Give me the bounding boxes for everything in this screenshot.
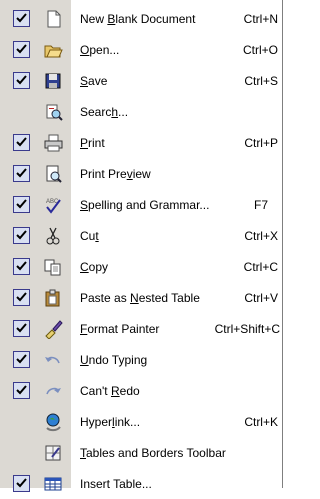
checked-checkbox[interactable]: [13, 382, 30, 399]
menu-item[interactable]: Save Ctrl+S: [0, 65, 282, 96]
menu-item-label: Spelling and Grammar...: [80, 198, 210, 212]
menu-item-label: Can't Redo: [80, 384, 140, 398]
menu-item[interactable]: Open... Ctrl+O: [0, 34, 282, 65]
menu-item-label: Format Painter: [80, 322, 160, 336]
checked-checkbox[interactable]: [13, 196, 30, 213]
menu-item-label: Search...: [80, 105, 129, 119]
toolbar-customize-menu: New Blank Document Ctrl+N Open... Ctrl+O Sav…: [0, 0, 283, 492]
open-folder-icon: [43, 40, 63, 60]
menu-item[interactable]: Format Painter Ctrl+Shift+C: [0, 313, 282, 344]
menu-item-shortcut: Ctrl+X: [244, 229, 278, 243]
menu-item-shortcut: Ctrl+K: [244, 415, 278, 429]
menu-item[interactable]: Hyperlink... Ctrl+K: [0, 406, 282, 437]
copy-icon: [43, 257, 63, 277]
checked-checkbox[interactable]: [13, 72, 30, 89]
menu-item-label: New Blank Document: [80, 12, 196, 26]
undo-arrow-icon: [43, 350, 63, 370]
menu-item-label: Paste as Nested Table: [80, 291, 200, 305]
menu-item-label: Save: [80, 74, 108, 88]
spelling-grammar-icon: ABC: [43, 195, 63, 215]
menu-item-shortcut: Ctrl+P: [244, 136, 278, 150]
checked-checkbox[interactable]: [13, 475, 30, 492]
redo-arrow-icon: [43, 381, 63, 401]
hyperlink-globe-icon: [43, 412, 63, 432]
checked-checkbox[interactable]: [13, 41, 30, 58]
new-blank-document-icon: [43, 9, 63, 29]
menu-item[interactable]: Paste as Nested Table Ctrl+V: [0, 282, 282, 313]
save-disk-icon: [43, 71, 63, 91]
menu-item[interactable]: ABC Spelling and Grammar... F7: [0, 189, 282, 220]
scissors-icon: [43, 226, 63, 246]
menu-item[interactable]: Print Preview: [0, 158, 282, 189]
insert-table-icon: [43, 474, 63, 494]
checked-checkbox[interactable]: [13, 227, 30, 244]
menu-item-label: Print Preview: [80, 167, 151, 181]
menu-item-label: Hyperlink...: [80, 415, 141, 429]
menu-item-shortcut: Ctrl+N: [243, 12, 278, 26]
menu-item-label: Open...: [80, 43, 120, 57]
print-preview-icon: [43, 164, 63, 184]
checked-checkbox[interactable]: [13, 10, 30, 27]
checked-checkbox[interactable]: [13, 320, 30, 337]
clipboard-icon: [43, 288, 63, 308]
menu-item[interactable]: Print Ctrl+P: [0, 127, 282, 158]
menu-item[interactable]: Tables and Borders Toolbar: [0, 437, 282, 468]
checked-checkbox[interactable]: [13, 165, 30, 182]
menu-item-shortcut: Ctrl+V: [244, 291, 278, 305]
menu-item[interactable]: Can't Redo: [0, 375, 282, 406]
menu-item[interactable]: Search...: [0, 96, 282, 127]
menu-item-label: Insert Table...: [80, 477, 152, 491]
search-document-icon: [43, 102, 63, 122]
menu-item-shortcut: Ctrl+C: [243, 260, 278, 274]
menu-item-label: Tables and Borders Toolbar: [80, 446, 226, 460]
menu-item-shortcut: Ctrl+Shift+C: [214, 322, 280, 336]
menu-item[interactable]: Undo Typing: [0, 344, 282, 375]
checked-checkbox[interactable]: [13, 289, 30, 306]
menu-item[interactable]: Insert Table...: [0, 468, 282, 499]
menu-item-shortcut: Ctrl+O: [242, 43, 278, 57]
menu-item-shortcut: Ctrl+S: [244, 74, 278, 88]
menu-item-label: Copy: [80, 260, 109, 274]
menu-item-shortcut: F7: [253, 198, 268, 212]
menu-item-label: Undo Typing: [80, 353, 148, 367]
menu-item-label: Cut: [80, 229, 99, 243]
menu-item-label: Print: [80, 136, 105, 150]
paintbrush-icon: [43, 319, 63, 340]
checked-checkbox[interactable]: [13, 351, 30, 368]
menu-item[interactable]: New Blank Document Ctrl+N: [0, 3, 282, 34]
tables-borders-icon: [43, 443, 63, 463]
menu-item[interactable]: Cut Ctrl+X: [0, 220, 282, 251]
printer-icon: [43, 133, 63, 153]
checked-checkbox[interactable]: [13, 134, 30, 151]
checked-checkbox[interactable]: [13, 258, 30, 275]
menu-item[interactable]: Copy Ctrl+C: [0, 251, 282, 282]
